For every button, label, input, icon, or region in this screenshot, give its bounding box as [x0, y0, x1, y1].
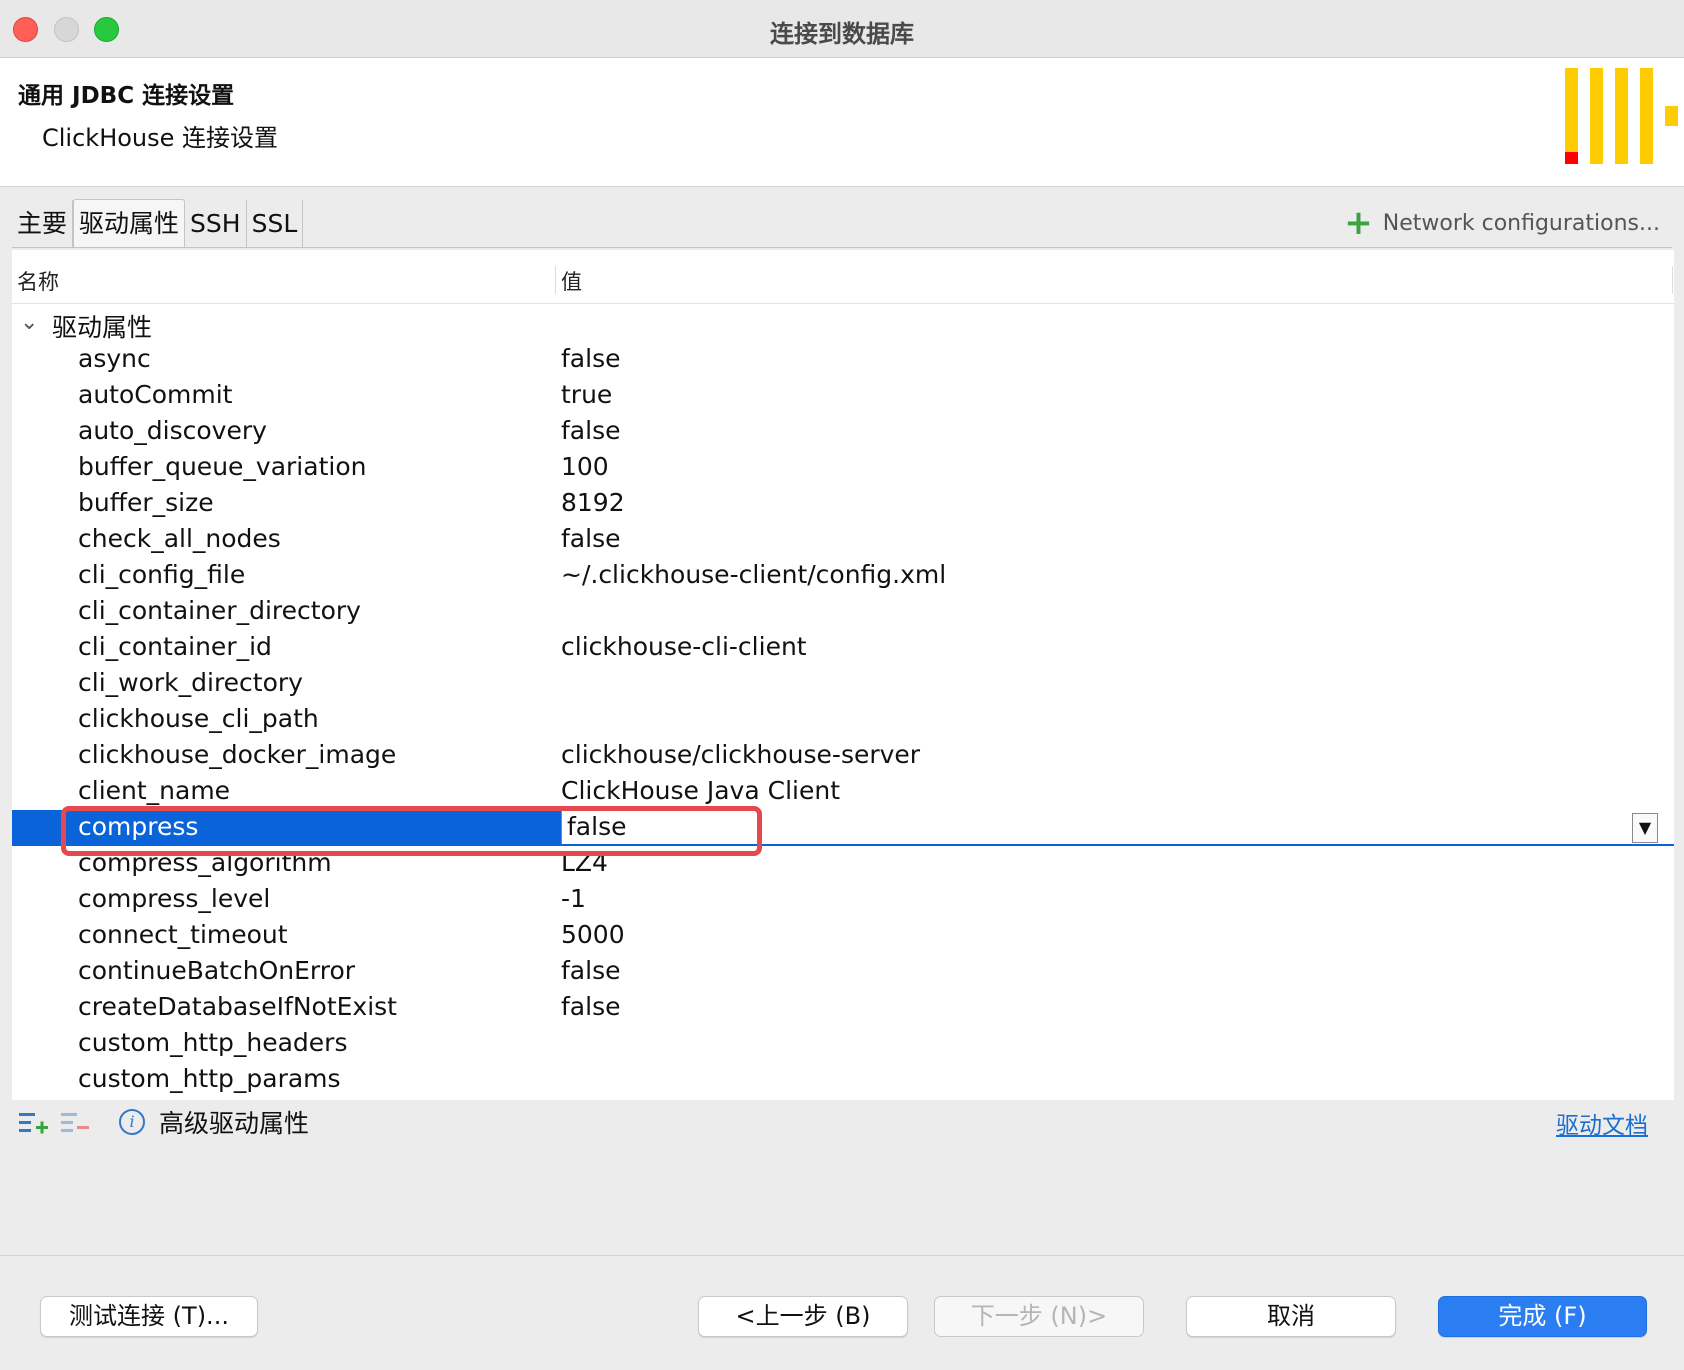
column-separator[interactable]	[555, 266, 556, 294]
property-group-label: 驱动属性	[52, 313, 153, 342]
value-editor-input[interactable]: false	[561, 811, 761, 844]
table-row[interactable]: cli_config_file ~/.clickhouse-client/conf…	[12, 558, 1674, 594]
table-row[interactable]: cli_container_directory	[12, 594, 1674, 630]
table-row[interactable]: compress_level -1	[12, 882, 1674, 918]
advanced-properties-label: 高级驱动属性	[159, 1109, 310, 1138]
property-rows: async false autoCommit true auto_discovery…	[12, 342, 1674, 1098]
tab-divider	[12, 247, 1672, 248]
table-row[interactable]: buffer_queue_variation 100	[12, 450, 1674, 486]
property-name: continueBatchOnError	[78, 956, 356, 985]
property-value[interactable]: false	[561, 524, 620, 553]
table-header: 名称 值	[12, 250, 1674, 304]
footer-divider	[0, 1255, 1684, 1256]
property-name: client_name	[78, 776, 231, 805]
remove-property-icon[interactable]	[60, 1108, 90, 1138]
property-name: auto_discovery	[78, 416, 267, 445]
page-title: 通用 JDBC 连接设置	[18, 83, 235, 109]
table-row[interactable]: auto_discovery false	[12, 414, 1674, 450]
test-connection-button[interactable]: 测试连接 (T)...	[40, 1296, 258, 1337]
property-name: buffer_size	[78, 488, 214, 517]
window-title: 连接到数据库	[770, 20, 914, 48]
property-name: cli_work_directory	[78, 668, 303, 697]
property-value[interactable]: clickhouse-cli-client	[561, 632, 807, 661]
next-button[interactable]: 下一步 (N)>	[934, 1296, 1144, 1337]
tab-ssh[interactable]: SSH	[185, 200, 247, 248]
table-row[interactable]: cli_work_directory	[12, 666, 1674, 702]
wizard-header: 通用 JDBC 连接设置 ClickHouse 连接设置	[0, 58, 1684, 187]
tab-driver-properties[interactable]: 驱动属性	[73, 199, 186, 248]
properties-toolbar: i 高级驱动属性 驱动文档	[12, 1100, 1674, 1144]
page-subtitle: ClickHouse 连接设置	[42, 124, 279, 152]
driver-docs-link[interactable]: 驱动文档	[1556, 1106, 1648, 1140]
property-name: compress	[78, 812, 199, 841]
property-value[interactable]: ~/.clickhouse-client/config.xml	[561, 560, 946, 589]
property-value[interactable]: LZ4	[561, 848, 608, 877]
table-row[interactable]: buffer_size 8192	[12, 486, 1674, 522]
table-row[interactable]: custom_http_params	[12, 1062, 1674, 1098]
tab-ssl[interactable]: SSL	[247, 200, 304, 248]
cancel-button[interactable]: 取消	[1186, 1296, 1396, 1337]
back-button[interactable]: <上一步 (B)	[698, 1296, 908, 1337]
table-row[interactable]: async false	[12, 342, 1674, 378]
tab-main[interactable]: 主要	[12, 200, 74, 248]
network-configurations-label: Network configurations...	[1382, 210, 1660, 236]
table-row[interactable]: continueBatchOnError false	[12, 954, 1674, 990]
table-row[interactable]: clickhouse_docker_image clickhouse/clickh…	[12, 738, 1674, 774]
property-name: cli_container_directory	[78, 596, 361, 625]
table-row[interactable]: autoCommit true	[12, 378, 1674, 414]
property-name: compress_algorithm	[78, 848, 332, 877]
table-row-selected[interactable]: compress false ▼	[12, 810, 1674, 846]
property-name: async	[78, 344, 151, 373]
table-row[interactable]: check_all_nodes false	[12, 522, 1674, 558]
property-value[interactable]: 100	[561, 452, 609, 481]
driver-properties-table: 名称 值 ⌄ 驱动属性 async false autoCommit true au…	[12, 250, 1674, 1100]
property-value[interactable]: false	[561, 956, 620, 985]
property-name: check_all_nodes	[78, 524, 281, 553]
property-name: custom_http_headers	[78, 1028, 348, 1057]
column-header-value[interactable]: 值	[561, 266, 582, 296]
property-value[interactable]: clickhouse/clickhouse-server	[561, 740, 920, 769]
table-row[interactable]: connect_timeout 5000	[12, 918, 1674, 954]
clickhouse-logo-icon	[1565, 68, 1683, 174]
table-row[interactable]: custom_http_headers	[12, 1026, 1674, 1062]
info-icon: i	[119, 1109, 145, 1135]
chevron-down-icon[interactable]: ⌄	[20, 310, 38, 335]
value-editor-area[interactable]: ▼	[761, 810, 1674, 846]
column-separator	[1672, 266, 1673, 294]
property-name: connect_timeout	[78, 920, 288, 949]
property-name: buffer_queue_variation	[78, 452, 367, 481]
property-value[interactable]: -1	[561, 884, 586, 913]
window-titlebar: 连接到数据库	[0, 0, 1684, 58]
property-value[interactable]: 5000	[561, 920, 625, 949]
table-row[interactable]: createDatabaseIfNotExist false	[12, 990, 1674, 1026]
column-header-name[interactable]: 名称	[17, 266, 59, 296]
dropdown-arrow-icon[interactable]: ▼	[1632, 813, 1658, 843]
table-row[interactable]: cli_container_id clickhouse-cli-client	[12, 630, 1674, 666]
property-name: custom_http_params	[78, 1064, 341, 1093]
finish-button[interactable]: 完成 (F)	[1438, 1296, 1647, 1337]
property-name: clickhouse_cli_path	[78, 704, 319, 733]
property-name: createDatabaseIfNotExist	[78, 992, 397, 1021]
property-group-row[interactable]: ⌄ 驱动属性	[12, 306, 1674, 342]
network-configurations-button[interactable]: + Network configurations...	[1344, 203, 1660, 243]
property-value[interactable]: ClickHouse Java Client	[561, 776, 840, 805]
tab-bar: 主要 驱动属性 SSH SSL	[12, 199, 304, 248]
property-name: cli_container_id	[78, 632, 272, 661]
table-row[interactable]: compress_algorithm LZ4	[12, 846, 1674, 882]
property-value[interactable]: false	[561, 416, 620, 445]
plus-icon: +	[1344, 203, 1373, 243]
property-name: cli_config_file	[78, 560, 246, 589]
property-value[interactable]: false	[561, 344, 620, 373]
table-row[interactable]: client_name ClickHouse Java Client	[12, 774, 1674, 810]
property-name: clickhouse_docker_image	[78, 740, 397, 769]
property-name: autoCommit	[78, 380, 233, 409]
table-row[interactable]: clickhouse_cli_path	[12, 702, 1674, 738]
property-name: compress_level	[78, 884, 271, 913]
property-value[interactable]: false	[561, 992, 620, 1021]
property-value[interactable]: true	[561, 380, 612, 409]
property-value[interactable]: 8192	[561, 488, 625, 517]
add-property-icon[interactable]	[18, 1108, 48, 1138]
